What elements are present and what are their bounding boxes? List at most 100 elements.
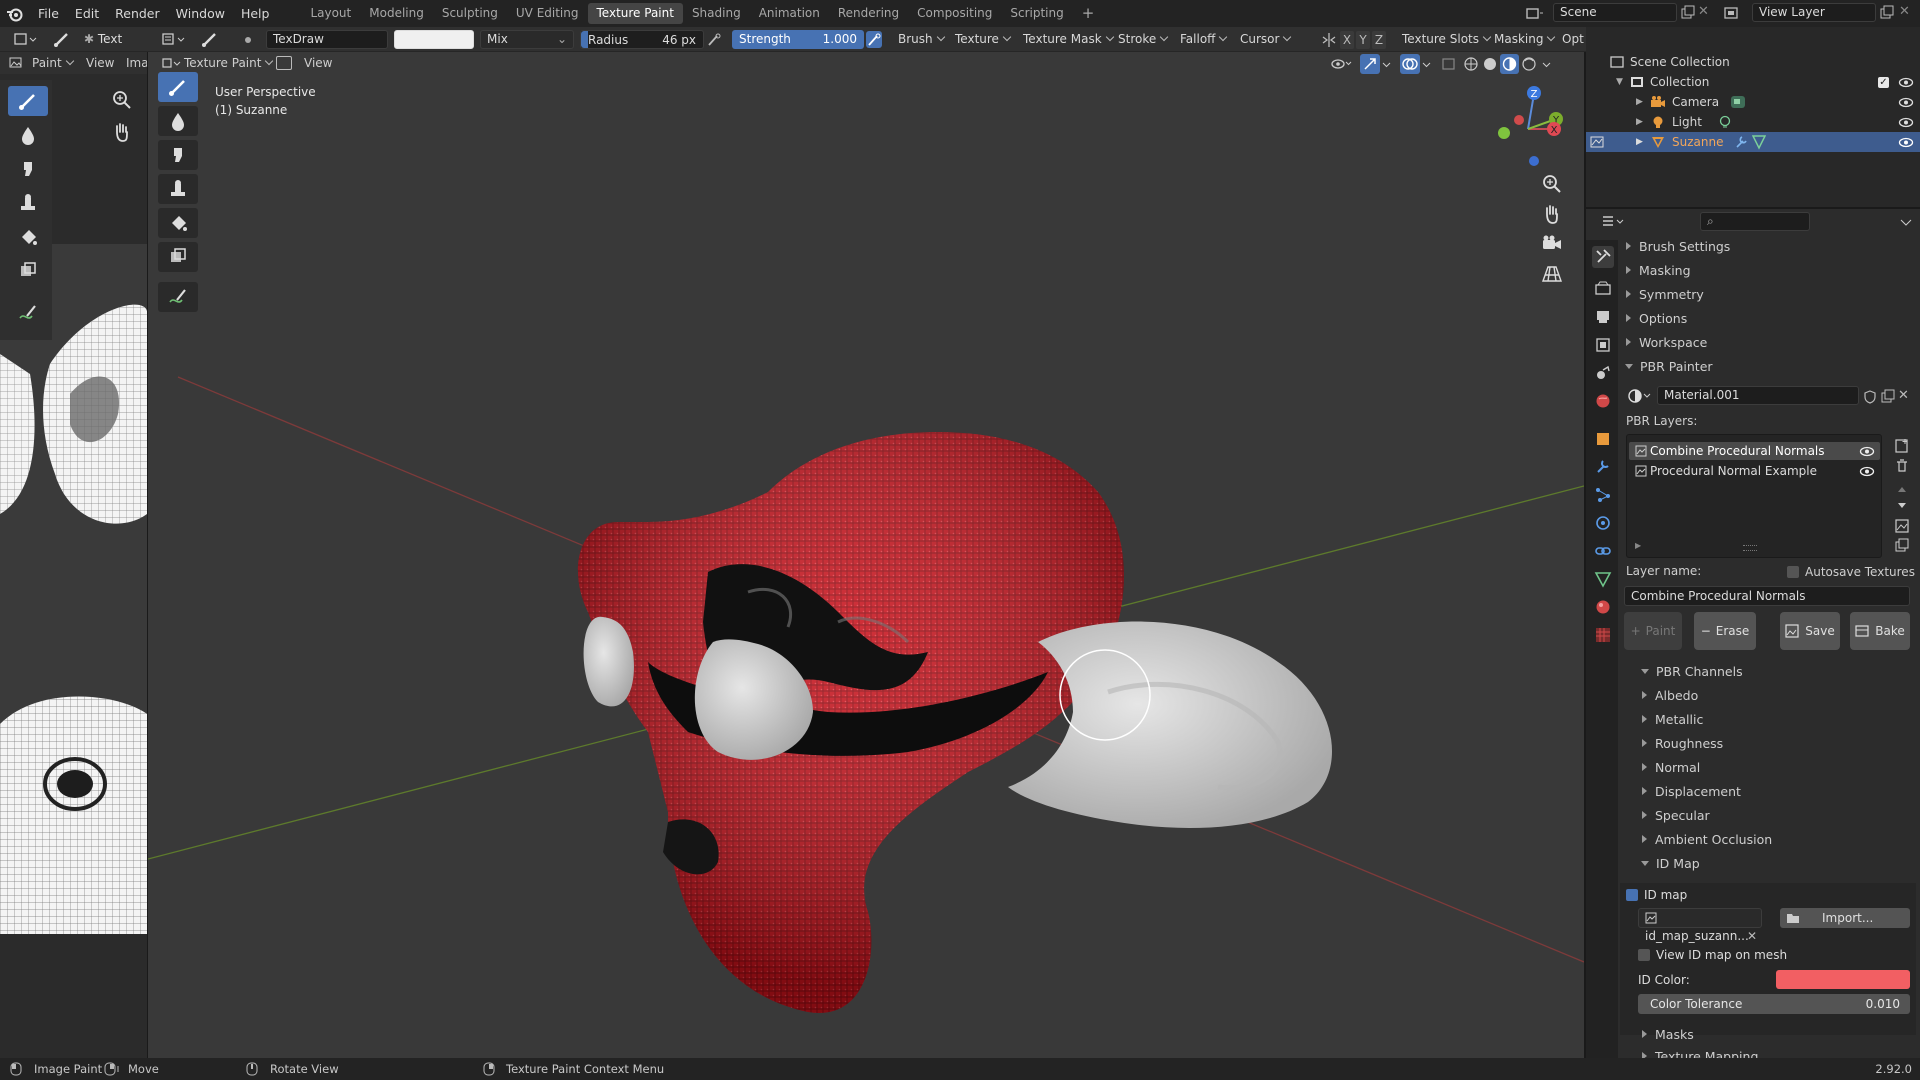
- add-workspace-button[interactable]: +: [1073, 3, 1104, 24]
- layer-procedural-eye-icon[interactable]: [1859, 466, 1875, 477]
- data-tab-icon[interactable]: [1594, 570, 1612, 588]
- collection-exclude-checkbox[interactable]: ✓: [1878, 77, 1889, 88]
- delete-view-layer-icon[interactable]: ✕: [1899, 4, 1915, 20]
- fill-tool-icon[interactable]: [8, 222, 48, 252]
- tool-tab-icon[interactable]: [1592, 246, 1614, 268]
- properties-scrollbar[interactable]: [1906, 240, 1914, 340]
- light-expand-icon[interactable]: ▶: [1636, 112, 1643, 132]
- options-menu[interactable]: Opt: [1562, 30, 1584, 49]
- section-symmetry[interactable]: Symmetry: [1620, 284, 1918, 306]
- id-map-toggle[interactable]: ID map: [1626, 888, 1687, 902]
- unlink-material-icon[interactable]: ✕: [1898, 388, 1914, 404]
- autosave-checkbox[interactable]: [1787, 566, 1799, 578]
- new-view-layer-icon[interactable]: [1879, 5, 1895, 21]
- move-layer-down-icon[interactable]: [1894, 498, 1910, 512]
- camera-expand-icon[interactable]: ▶: [1636, 92, 1643, 112]
- id-map-checkbox[interactable]: [1626, 889, 1638, 901]
- view-id-map-toggle[interactable]: View ID map on mesh: [1638, 948, 1787, 962]
- channel-displacement[interactable]: Displacement: [1636, 781, 1920, 803]
- editor-type-icon[interactable]: [12, 30, 40, 49]
- particles-tab-icon[interactable]: [1594, 486, 1612, 504]
- properties-editor-type-icon[interactable]: [1600, 212, 1630, 232]
- tab-uv-editing[interactable]: UV Editing: [507, 3, 588, 24]
- camera-view-icon[interactable]: [1540, 232, 1564, 256]
- section-masking[interactable]: Masking: [1620, 260, 1918, 282]
- physics-tab-icon[interactable]: [1594, 514, 1612, 532]
- texture-menu[interactable]: Texture: [949, 30, 1016, 49]
- layer-name-input[interactable]: Combine Procedural Normals: [1624, 586, 1910, 606]
- world-tab-icon[interactable]: [1594, 392, 1612, 410]
- collection-row[interactable]: ▼ Collection ✓: [1586, 72, 1920, 92]
- duplicate-material-icon[interactable]: [1880, 389, 1896, 405]
- pbr-layers-list[interactable]: Combine Procedural Normals Procedural No…: [1626, 434, 1882, 558]
- masking-menu[interactable]: Masking: [1488, 30, 1560, 49]
- save-button[interactable]: Save: [1780, 612, 1840, 650]
- texture-slots-menu[interactable]: Texture Slots: [1396, 30, 1496, 49]
- move-layer-up-icon[interactable]: [1894, 482, 1910, 496]
- tab-shading[interactable]: Shading: [683, 3, 750, 24]
- blend-mode-select[interactable]: Mix ⌄: [480, 30, 574, 49]
- layer-copy-icon[interactable]: [1894, 538, 1910, 554]
- outliner-item-light[interactable]: ▶ Light: [1586, 112, 1920, 132]
- list-resize-handle[interactable]: [1743, 545, 1757, 551]
- channel-normal[interactable]: Normal: [1636, 757, 1920, 779]
- channel-specular[interactable]: Specular: [1636, 805, 1920, 827]
- id-map-image-field[interactable]: id_map_suzann... ✕: [1638, 908, 1762, 943]
- tab-rendering[interactable]: Rendering: [829, 3, 908, 24]
- annotate-tool-icon[interactable]: [8, 298, 48, 328]
- image-view-menu[interactable]: View: [86, 52, 114, 74]
- light-eye-icon[interactable]: [1898, 117, 1914, 128]
- modifier-tab-icon[interactable]: [1594, 458, 1612, 476]
- menu-file[interactable]: File: [30, 6, 67, 21]
- draw-tool-icon[interactable]: [8, 86, 48, 116]
- tab-compositing[interactable]: Compositing: [908, 3, 1001, 24]
- camera-eye-icon[interactable]: [1898, 97, 1914, 108]
- layer-row-procedural[interactable]: Procedural Normal Example: [1629, 462, 1880, 480]
- new-scene-icon[interactable]: [1680, 5, 1696, 21]
- scene-tab-icon[interactable]: [1594, 364, 1612, 382]
- output-tab-icon[interactable]: [1594, 308, 1612, 326]
- menu-help[interactable]: Help: [233, 6, 278, 21]
- fake-user-shield-icon[interactable]: [1862, 389, 1878, 405]
- mirror-y-toggle[interactable]: Y: [1356, 31, 1370, 49]
- layer-combine-eye-icon[interactable]: [1859, 446, 1875, 457]
- view-layer-tab-icon[interactable]: [1594, 336, 1612, 354]
- viewport-pan-hand-icon[interactable]: [1540, 202, 1564, 226]
- viewport-editor-type-icon[interactable]: [160, 30, 190, 49]
- section-brush-settings[interactable]: Brush Settings: [1620, 236, 1918, 258]
- 3d-viewport[interactable]: Texture Paint View User Perspective (1) …: [148, 52, 1584, 1058]
- smear-tool-icon[interactable]: [8, 154, 48, 184]
- tab-animation[interactable]: Animation: [750, 3, 829, 24]
- erase-button[interactable]: − Erase: [1694, 612, 1756, 650]
- id-map-clear-icon[interactable]: ✕: [1747, 927, 1757, 945]
- collection-expand-icon[interactable]: ▼: [1616, 72, 1623, 92]
- tab-sculpting[interactable]: Sculpting: [433, 3, 507, 24]
- paint-brush-icon[interactable]: [200, 30, 222, 49]
- view-layer-icon[interactable]: [1722, 4, 1748, 23]
- cursor-menu[interactable]: Cursor: [1234, 30, 1296, 49]
- channel-metallic[interactable]: Metallic: [1636, 709, 1920, 731]
- scene-icon[interactable]: [1524, 4, 1548, 23]
- channel-roughness[interactable]: Roughness: [1636, 733, 1920, 755]
- blender-logo-icon[interactable]: [0, 0, 30, 27]
- section-workspace[interactable]: Workspace: [1620, 332, 1918, 354]
- properties-search-input[interactable]: ⌕: [1700, 212, 1810, 231]
- tab-scripting[interactable]: Scripting: [1001, 3, 1072, 24]
- scene-collection-row[interactable]: Scene Collection: [1586, 52, 1920, 72]
- zoom-icon[interactable]: [110, 88, 134, 112]
- constraints-tab-icon[interactable]: [1594, 542, 1612, 560]
- paint-button[interactable]: + Paint: [1624, 612, 1682, 650]
- menu-render[interactable]: Render: [107, 6, 168, 21]
- object-tab-icon[interactable]: [1594, 430, 1612, 448]
- soften-tool-icon[interactable]: [8, 120, 48, 150]
- material-tab-icon[interactable]: [1594, 598, 1612, 616]
- menu-window[interactable]: Window: [168, 6, 233, 21]
- id-color-swatch[interactable]: [1776, 970, 1910, 989]
- brush-color-swatch[interactable]: [394, 30, 474, 49]
- autosave-textures-toggle[interactable]: Autosave Textures: [1787, 565, 1915, 579]
- section-id-map[interactable]: ID Map: [1636, 853, 1920, 875]
- suzanne-eye-icon[interactable]: [1898, 137, 1914, 148]
- radius-slider[interactable]: Radius 46 px: [580, 30, 704, 49]
- paint-mode-menu[interactable]: Paint: [26, 52, 79, 74]
- scene-field[interactable]: Scene: [1553, 3, 1677, 22]
